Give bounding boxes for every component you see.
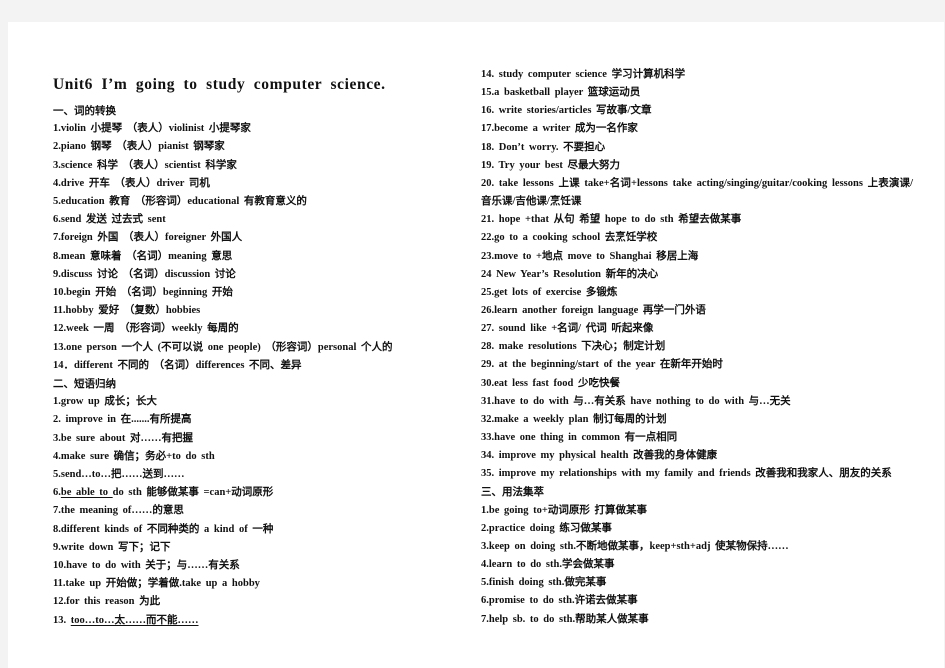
vocab-item: 34. improve my physical health 改善我的身体健康 [481, 450, 718, 462]
document-page: Unit6 I’m going to study computer scienc… [8, 22, 944, 668]
vocab-item: 14．different 不同的 （名词）differences 不同、差异 [53, 359, 302, 371]
underlined-phrase: be able to [60, 487, 113, 499]
vocab-item: 12.week 一周 （形容词）weekly 每周的 [53, 323, 239, 335]
vocab-item: 7.the meaning of……的意思 [53, 505, 184, 517]
vocab-item: 5.education 教育 （形容词）educational 有教育意义的 [53, 196, 307, 207]
vocab-item: 31.have to do with 与…有关系 have nothing to… [481, 395, 791, 407]
section-heading: 三、用法集萃 [481, 486, 544, 499]
section-heading: 二、短语归纳 [53, 378, 116, 390]
vocab-item: 25.get lots of exercise 多锻炼 [481, 286, 618, 298]
vocab-item: 2.piano 钢琴 （表人）pianist 钢琴家 [53, 141, 225, 153]
vocab-item: 12.for this reason 为此 [53, 596, 161, 608]
vocab-item: 9.discuss 讨论 （名词）discussion 讨论 [53, 268, 236, 280]
vocab-item: 4.make sure 确信；务必+to do sth [53, 450, 215, 462]
vocab-item: 15.a basketball player 篮球运动员 [481, 87, 641, 99]
vocab-item: 26.learn another foreign language 再学一门外语 [481, 304, 706, 316]
vocab-item: 16. write stories/articles 写故事/文章 [481, 105, 652, 117]
vocab-item: 9.write down 写下；记下 [53, 541, 171, 553]
vocab-item: 5.send…to…把……送到…… [53, 469, 185, 480]
vocab-item: 13. too…to…太……而不能…… [53, 614, 199, 628]
vocab-item: 13.one person 一个人 (不可以说 one people) （形容词… [53, 341, 393, 353]
vocab-item: 1.violin 小提琴 （表人）violinist 小提琴家 [53, 123, 251, 135]
section-heading: 一、词的转换 [53, 105, 116, 117]
vocab-item: 8.different kinds of 不同种类的 a kind of 一种 [53, 523, 274, 535]
vocab-item: 6.promise to do sth.许诺去做某事 [481, 595, 638, 607]
item-number: 13. [53, 614, 71, 626]
vocab-item: 7.help sb. to do sth.帮助某人做某事 [481, 613, 649, 625]
item-text: do sth 能够做某事 =can+动词原形 [112, 487, 274, 499]
vocab-item: 4.learn to do sth.学会做某事 [481, 559, 615, 571]
vocab-item: 1.be going to+动词原形 打算做某事 [481, 504, 647, 516]
vocab-item: 2.practice doing 练习做某事 [481, 522, 612, 534]
vocab-item: 30.eat less fast food 少吃快餐 [481, 377, 620, 389]
vocab-item: 14. study computer science 学习计算机科学 [481, 69, 686, 80]
vocab-item: 18. Don’t worry. 不要担心 [481, 141, 606, 153]
vocab-item: 17.become a writer 成为一名作家 [481, 123, 638, 135]
vocab-item: 5.finish doing sth.做完某事 [481, 577, 607, 589]
vocab-item: 20. take lessons 上课 take+名词+lessons take… [481, 177, 913, 207]
vocab-item: 10.have to do with 关于；与……有关系 [53, 560, 240, 571]
vocab-item: 2. improve in 在.......有所提高 [53, 414, 192, 426]
vocab-item: 35. improve my relationships with my fam… [481, 468, 892, 480]
vocab-item: 33.have one thing in common 有一点相同 [481, 432, 678, 443]
vocab-item: 3.be sure about 对……有把握 [53, 432, 193, 444]
vocab-item: 11.hobby 爱好 （复数）hobbies [53, 305, 201, 317]
vocab-item: 6.send 发送 过去式 sent [53, 214, 166, 226]
vocab-item: 3.science 科学 （表人）scientist 科学家 [53, 159, 237, 171]
vocab-item: 21. hope +that 从句 希望 hope to do sth 希望去做… [481, 214, 742, 226]
vocab-item: 1.grow up 成长；长大 [53, 396, 157, 408]
vocab-item: 32.make a weekly plan 制订每周的计划 [481, 413, 667, 425]
underlined-phrase: too…to…太……而不能…… [70, 614, 199, 626]
vocab-item: 29. at the beginning/start of the year 在… [481, 359, 723, 371]
vocab-item: 4.drive 开车 （表人）driver 司机 [53, 177, 210, 189]
vocab-item: 22.go to a cooking school 去烹饪学校 [481, 232, 658, 244]
vocab-item: 19. Try your best 尽最大努力 [481, 159, 620, 171]
vocab-item: 23.move to +地点 move to Shanghai 移居上海 [481, 250, 699, 262]
vocab-item: 27. sound like +名词/ 代词 听起来像 [481, 323, 654, 335]
document-title: Unit6 I’m going to study computer scienc… [53, 76, 386, 93]
vocab-item: 6.be able to do sth 能够做某事 =can+动词原形 [53, 486, 273, 500]
vocab-item: 7.foreign 外国 （表人）foreigner 外国人 [53, 232, 243, 244]
vocab-item: 28. make resolutions 下决心；制定计划 [481, 341, 666, 353]
vocab-item: 11.take up 开始做；学着做.take up a hobby [53, 578, 260, 590]
item-number: 6. [53, 487, 61, 499]
vocab-item: 3.keep on doing sth.不断地做某事，keep+sth+adj … [481, 540, 789, 552]
vocab-item: 8.mean 意味着 （名词）meaning 意思 [53, 250, 233, 262]
vocab-item: 10.begin 开始 （名词）beginning 开始 [53, 287, 233, 298]
vocab-item: 24 New Year’s Resolution 新年的决心 [481, 268, 659, 280]
